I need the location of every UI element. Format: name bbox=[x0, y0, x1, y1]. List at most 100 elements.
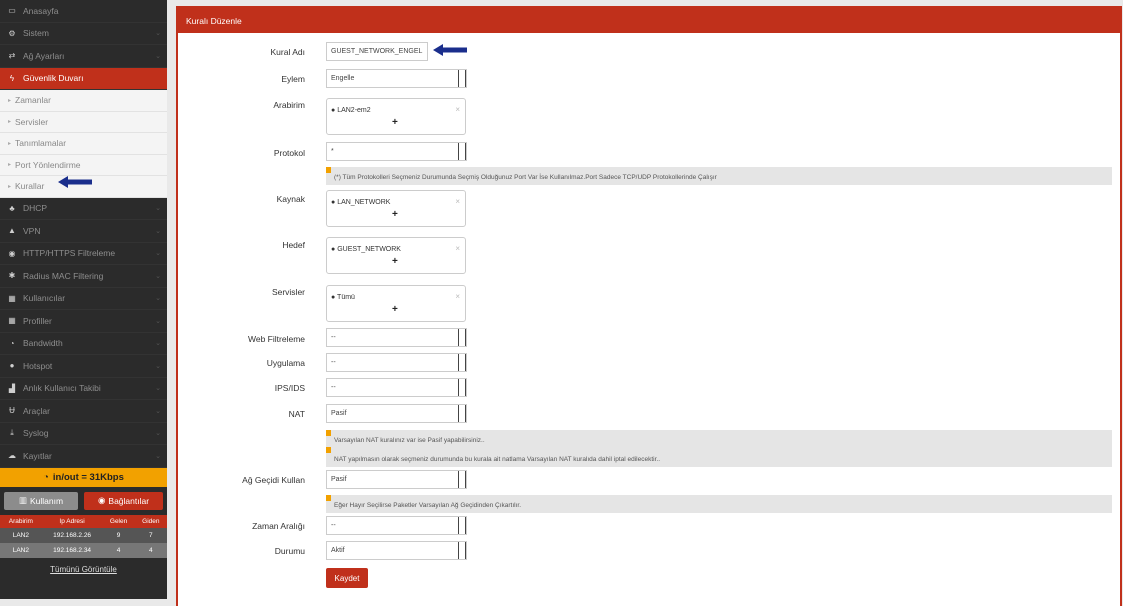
sidebar-item-anl-k-kullan-c-takibi[interactable]: ▟ Anlık Kullanıcı Takibi ⌄ bbox=[0, 378, 167, 400]
plus-icon[interactable]: + bbox=[392, 209, 398, 220]
sidebar-item-kullan-c-lar[interactable]: ▦ Kullanıcılar ⌄ bbox=[0, 288, 167, 310]
close-icon[interactable]: × bbox=[455, 244, 460, 253]
submenu-item-port-y-nlendirme[interactable]: ▸ Port Yönlendirme bbox=[0, 155, 167, 176]
destination-label: Hedef bbox=[282, 240, 305, 250]
caret-right-icon: ▸ bbox=[8, 119, 12, 126]
submenu-item-label: Servisler bbox=[15, 116, 49, 127]
usage-button-label: Kullanım bbox=[29, 495, 64, 506]
sidebar-item-radius-mac-filtering[interactable]: ✱ Radius MAC Filtering ⌄ bbox=[0, 265, 167, 288]
sidebar-item-profiller[interactable]: ▦ Profiller ⌄ bbox=[0, 310, 167, 333]
sidebar-item-sistem[interactable]: ⚙ Sistem ⌄ bbox=[0, 23, 167, 45]
submenu-item-label: Port Yönlendirme bbox=[15, 159, 81, 170]
nat-note-text-2: NAT yapılmasın olarak seçmeniz durumunda… bbox=[334, 456, 661, 463]
sidebar-item-kay-tlar[interactable]: ☁ Kayıtlar ⌄ bbox=[0, 445, 167, 468]
panel-title: Kuralı Düzenle bbox=[178, 8, 1120, 33]
sidebar-item-g-venlik-duvar-[interactable]: ϟ Güvenlik Duvarı bbox=[0, 67, 167, 90]
sidebar-item-label: VPN bbox=[23, 225, 41, 236]
traffic-indicator: ◔ in/out = 31Kbps bbox=[0, 467, 167, 487]
sidebar-item-label: Profiller bbox=[23, 315, 52, 326]
gateway-select[interactable]: Pasif bbox=[326, 470, 467, 489]
column-header: Giden bbox=[134, 514, 167, 528]
cogs-icon: ⚙ bbox=[8, 28, 16, 38]
sidebar-item-label: Bandwidth bbox=[23, 338, 63, 349]
ips-select[interactable]: -- bbox=[326, 378, 467, 397]
application-select[interactable]: -- bbox=[326, 353, 467, 372]
sidebar-item-syslog[interactable]: ⤓ Syslog ⌄ bbox=[0, 423, 167, 445]
save-button[interactable]: Kaydet bbox=[326, 568, 368, 588]
services-label: Servisler bbox=[271, 287, 305, 297]
sidebar-item-vpn[interactable]: ▲ VPN ⌄ bbox=[0, 220, 167, 243]
chevron-down-icon: ⌄ bbox=[155, 407, 161, 415]
sidebar-item-anasayfa[interactable]: ▭ Anasayfa bbox=[0, 0, 167, 23]
close-icon[interactable]: × bbox=[455, 197, 460, 206]
sidebar-item-label: HTTP/HTTPS Filtreleme bbox=[23, 248, 116, 259]
dashboard-icon: ◔ bbox=[43, 471, 49, 483]
destination-tag: ● GUEST_NETWORK bbox=[331, 246, 401, 253]
chevron-down-icon: ⌄ bbox=[155, 272, 161, 280]
sidebar-item-label: Syslog bbox=[23, 428, 49, 439]
chevron-down-icon: ⌄ bbox=[155, 340, 161, 348]
sidebar-item-bandwidth[interactable]: ◔ Bandwidth ⌄ bbox=[0, 333, 167, 355]
traffic-text: in/out = 31Kbps bbox=[52, 471, 124, 483]
usage-button[interactable]: ▥ Kullanım bbox=[4, 491, 79, 510]
web-filter-label: Web Filtreleme bbox=[248, 334, 305, 344]
nat-note: Varsayılan NAT kuralınız var ise Pasif y… bbox=[326, 430, 1112, 467]
arrow-left-icon bbox=[433, 44, 467, 56]
ips-label: IPS/IDS bbox=[274, 383, 305, 393]
services-multiselect[interactable]: ● Tümü × + bbox=[326, 285, 466, 322]
sidebar-item-label: Kayıtlar bbox=[23, 450, 52, 461]
nat-label: NAT bbox=[288, 409, 305, 419]
status-select[interactable]: Aktif bbox=[326, 541, 467, 560]
sidebar-item-ara-lar[interactable]: Ʉ Araçlar ⌄ bbox=[0, 400, 167, 423]
interface-tag: ● LAN2-em2 bbox=[331, 107, 371, 114]
rule-name-input[interactable]: GUEST_NETWORK_ENGEL bbox=[326, 42, 428, 61]
cell-in: 4 bbox=[102, 542, 135, 558]
arrow-left-icon bbox=[58, 176, 92, 188]
submenu-item-servisler[interactable]: ▸ Servisler bbox=[0, 112, 167, 133]
action-select[interactable]: Engelle bbox=[326, 69, 467, 88]
web-filter-select[interactable]: -- bbox=[326, 328, 467, 347]
caret-right-icon: ▸ bbox=[8, 97, 12, 104]
cell-interface: LAN2 bbox=[0, 527, 42, 543]
chevron-down-icon: ⌄ bbox=[155, 295, 161, 303]
chevron-down-icon: ⌄ bbox=[155, 430, 161, 438]
sidebar-item-http-https-filtreleme[interactable]: ◉ HTTP/HTTPS Filtreleme ⌄ bbox=[0, 243, 167, 265]
source-multiselect[interactable]: ● LAN_NETWORK × + bbox=[326, 190, 466, 227]
eye-slash-icon: ◉ bbox=[8, 248, 16, 258]
destination-multiselect[interactable]: ● GUEST_NETWORK × + bbox=[326, 237, 466, 274]
connections-table: Arabirim Ip Adresi Gelen Giden LAN2 192.… bbox=[0, 514, 167, 558]
plus-icon[interactable]: + bbox=[392, 256, 398, 267]
sidebar-item-dhcp[interactable]: ♣ DHCP ⌄ bbox=[0, 198, 167, 220]
plus-icon[interactable]: + bbox=[392, 304, 398, 315]
caret-right-icon: ▸ bbox=[8, 162, 12, 169]
action-label: Eylem bbox=[281, 74, 305, 84]
close-icon[interactable]: × bbox=[455, 105, 460, 114]
cell-out: 7 bbox=[134, 527, 167, 543]
profiles-icon: ▦ bbox=[8, 316, 16, 326]
time-range-select[interactable]: -- bbox=[326, 516, 467, 535]
chevron-down-icon: ⌄ bbox=[155, 52, 161, 60]
sitemap-icon: ♣ bbox=[9, 203, 15, 213]
sidebar-item-label: Anlık Kullanıcı Takibi bbox=[23, 383, 101, 394]
chevron-down-icon: ⌄ bbox=[155, 30, 161, 38]
asterisk-icon: ✱ bbox=[8, 271, 16, 281]
plus-icon[interactable]: + bbox=[392, 117, 398, 128]
interface-multiselect[interactable]: ● LAN2-em2 × + bbox=[326, 98, 466, 135]
cell-out: 4 bbox=[134, 542, 167, 558]
nat-select[interactable]: Pasif bbox=[326, 404, 467, 423]
chevron-down-icon: ⌄ bbox=[155, 250, 161, 258]
rule-name-label: Kural Adı bbox=[270, 47, 306, 57]
connections-button[interactable]: ◉ Bağlantılar bbox=[84, 491, 163, 510]
sidebar-item-a-ayarlar-[interactable]: ⇄ Ağ Ayarları ⌄ bbox=[0, 45, 167, 68]
chart-icon: ▥ bbox=[18, 495, 27, 505]
chevron-down-icon: ⌄ bbox=[155, 227, 161, 235]
submenu-item-zamanlar[interactable]: ▸ Zamanlar bbox=[0, 90, 167, 112]
caret-right-icon: ▸ bbox=[8, 183, 12, 190]
view-all-link[interactable]: Tümünü Görüntüle bbox=[0, 558, 167, 582]
sidebar-item-hotspot[interactable]: ● Hotspot ⌄ bbox=[0, 355, 167, 378]
close-icon[interactable]: × bbox=[455, 292, 460, 301]
submenu-item-tan-mlamalar[interactable]: ▸ Tanımlamalar bbox=[0, 133, 167, 155]
table-row: LAN2 192.168.2.34 4 4 bbox=[0, 542, 167, 558]
gateway-note: Eğer Hayır Seçilirse Paketler Varsayılan… bbox=[326, 495, 1112, 513]
protocol-select[interactable]: * bbox=[326, 142, 467, 161]
